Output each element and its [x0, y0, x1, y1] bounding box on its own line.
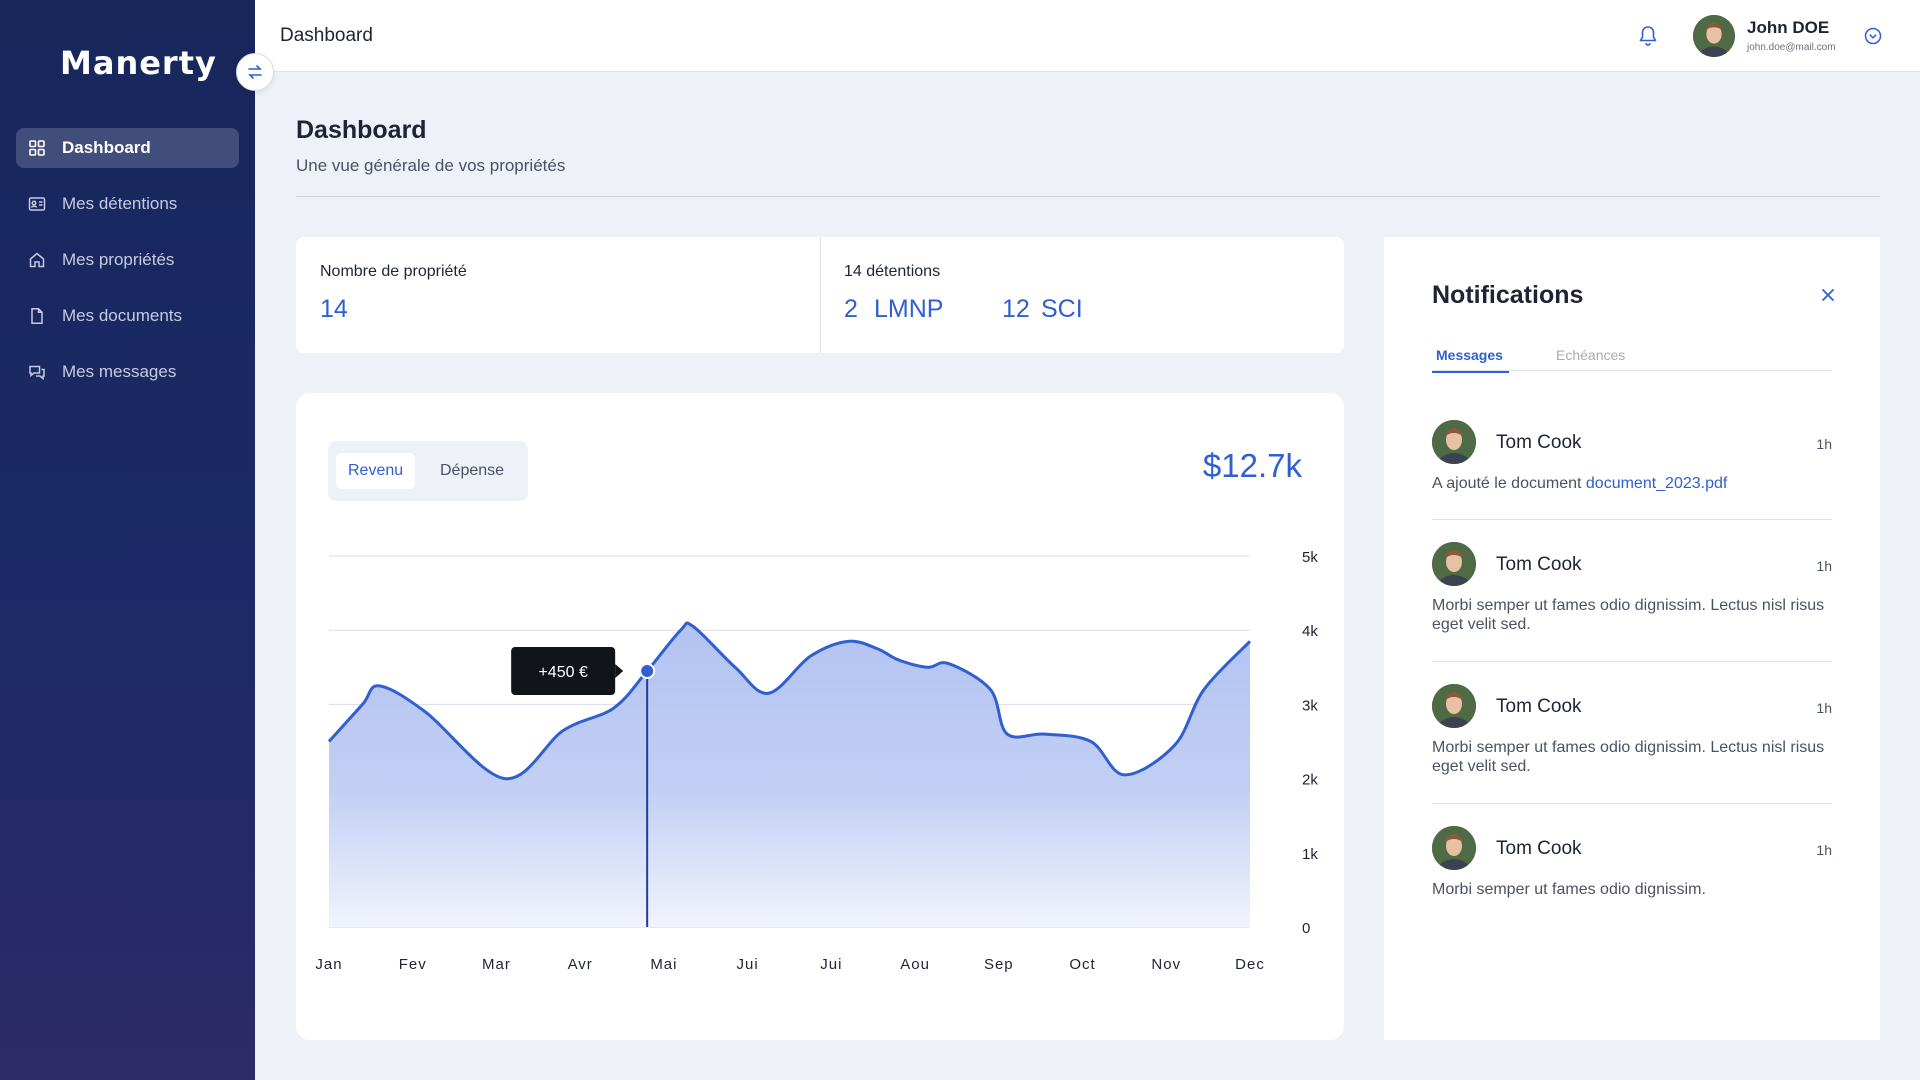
message-text: Morbi semper ut fames odio dignissim. [1432, 881, 1706, 898]
properties-label: Nombre de propriété [320, 263, 467, 280]
list-divider [1432, 519, 1832, 520]
sci-label: SCI [1041, 295, 1083, 323]
properties-value: 14 [320, 295, 348, 323]
message-time: 1h [1816, 700, 1832, 716]
holdings-label: 14 détentions [844, 263, 941, 280]
notifications-title: Notifications [1432, 281, 1584, 309]
sidebar-item-proprietes[interactable]: Mes propriétés [16, 240, 239, 280]
message-body: A ajouté le document [1432, 475, 1586, 492]
sidebar-item-detentions[interactable]: Mes détentions [16, 184, 239, 224]
tab-echeances[interactable]: Echéances [1556, 347, 1625, 363]
sender-name: Tom Cook [1496, 554, 1582, 575]
id-card-icon [28, 197, 46, 211]
lmnp-count: 2 [844, 295, 858, 323]
x-tick-label: Avr [568, 956, 593, 973]
document-link[interactable]: document_2023.pdf [1586, 475, 1727, 492]
user-name: John DOE [1747, 18, 1830, 37]
top-header: Dashboard John DOE john.doe@mail.com [255, 0, 1920, 72]
avatar [1432, 684, 1476, 728]
bell-icon[interactable] [1637, 24, 1659, 48]
tooltip-text: +450 € [538, 664, 587, 681]
message-text: Morbi semper ut fames odio dignissim. Le… [1432, 739, 1825, 775]
revenue-chart-card: 0 1k 2k 3k 4k 5k Jan Fev Mar Avr Mai Jui Jui Aou Sep Oc… [296, 393, 1344, 1040]
y-tick-label: 0 [1302, 920, 1310, 937]
message-text: Morbi semper ut fames odio dignissim. Le… [1432, 597, 1825, 633]
chart-toggle: Revenu Dépense [328, 441, 528, 501]
sender-name: Tom Cook [1496, 838, 1582, 859]
brand-logo[interactable]: Manerty [60, 44, 217, 82]
sidebar-item-label: Mes documents [62, 306, 182, 325]
notifications-panel: Notifications Messages Echéances Tom Coo… [1384, 237, 1880, 1040]
notifications-tabs: Messages Echéances [1432, 341, 1832, 373]
tab-messages[interactable]: Messages [1432, 347, 1509, 373]
page-subtitle: Une vue générale de vos propriétés [296, 156, 566, 175]
sender-name: Tom Cook [1496, 696, 1582, 717]
x-tick-label: Mai [650, 956, 677, 973]
list-divider [1432, 661, 1832, 662]
x-tick-label: Oct [1069, 956, 1095, 973]
y-tick-label: 4k [1302, 623, 1318, 640]
chevron-down-circle-icon[interactable] [1863, 26, 1883, 46]
page-title: Dashboard [296, 116, 427, 144]
x-tick-label: Jui [737, 956, 759, 973]
chart-total: $12.7k [1202, 447, 1302, 484]
stats-card: Nombre de propriété 14 14 détentions 2 L… [296, 237, 1344, 353]
header-title: Dashboard [280, 25, 373, 46]
x-tick-label: Aou [900, 956, 930, 973]
swap-arrows-icon [248, 65, 262, 79]
chat-icon [29, 365, 45, 381]
sidebar: Manerty Dashboard Mes détentions Mes pro… [0, 0, 255, 1080]
list-divider [1432, 803, 1832, 804]
message-time: 1h [1816, 842, 1832, 858]
user-avatar[interactable] [1693, 15, 1735, 57]
document-icon [31, 308, 43, 324]
series-area [329, 622, 1250, 927]
message-time: 1h [1816, 436, 1832, 452]
sender-name: Tom Cook [1496, 432, 1582, 453]
x-tick-label: Fev [399, 956, 427, 973]
heading-divider [296, 196, 1880, 197]
x-tick-label: Nov [1151, 956, 1181, 973]
tab-depense[interactable]: Dépense [428, 453, 516, 489]
sidebar-item-dashboard[interactable]: Dashboard [16, 128, 239, 168]
lmnp-label: LMNP [874, 295, 944, 323]
avatar [1432, 542, 1476, 586]
sidebar-item-label: Mes détentions [62, 194, 178, 213]
sidebar-item-label: Mes messages [62, 362, 177, 381]
x-tick-label: Jan [315, 956, 342, 973]
y-tick-label: 2k [1302, 772, 1318, 789]
y-tick-label: 3k [1302, 697, 1318, 714]
tab-revenu[interactable]: Revenu [336, 453, 416, 489]
x-tick-label: Sep [984, 956, 1014, 973]
message-time: 1h [1816, 558, 1832, 574]
sidebar-item-messages[interactable]: Mes messages [16, 352, 239, 392]
close-icon[interactable] [1820, 287, 1836, 303]
chart-tooltip: +450 € [511, 647, 624, 696]
sidebar-toggle-button[interactable] [236, 53, 274, 91]
avatar [1432, 826, 1476, 870]
sidebar-item-label: Mes propriétés [62, 250, 175, 269]
y-tick-label: 5k [1302, 549, 1318, 566]
stats-divider [820, 237, 821, 353]
x-tick-label: Jui [820, 956, 842, 973]
sidebar-nav: Dashboard Mes détentions Mes propriétés … [16, 128, 239, 408]
sci-count: 12 [1002, 295, 1030, 323]
avatar [1432, 420, 1476, 464]
home-icon [29, 252, 45, 268]
y-tick-label: 1k [1302, 846, 1318, 863]
x-tick-label: Mar [482, 956, 511, 973]
message-text: A ajouté le document document_2023.pdf [1432, 474, 1832, 493]
grid-icon [29, 140, 45, 156]
highlight-point[interactable] [639, 663, 656, 680]
user-email: john.doe@mail.com [1747, 42, 1836, 53]
x-tick-label: Dec [1235, 956, 1265, 973]
sidebar-item-label: Dashboard [62, 138, 151, 157]
sidebar-item-documents[interactable]: Mes documents [16, 296, 239, 336]
